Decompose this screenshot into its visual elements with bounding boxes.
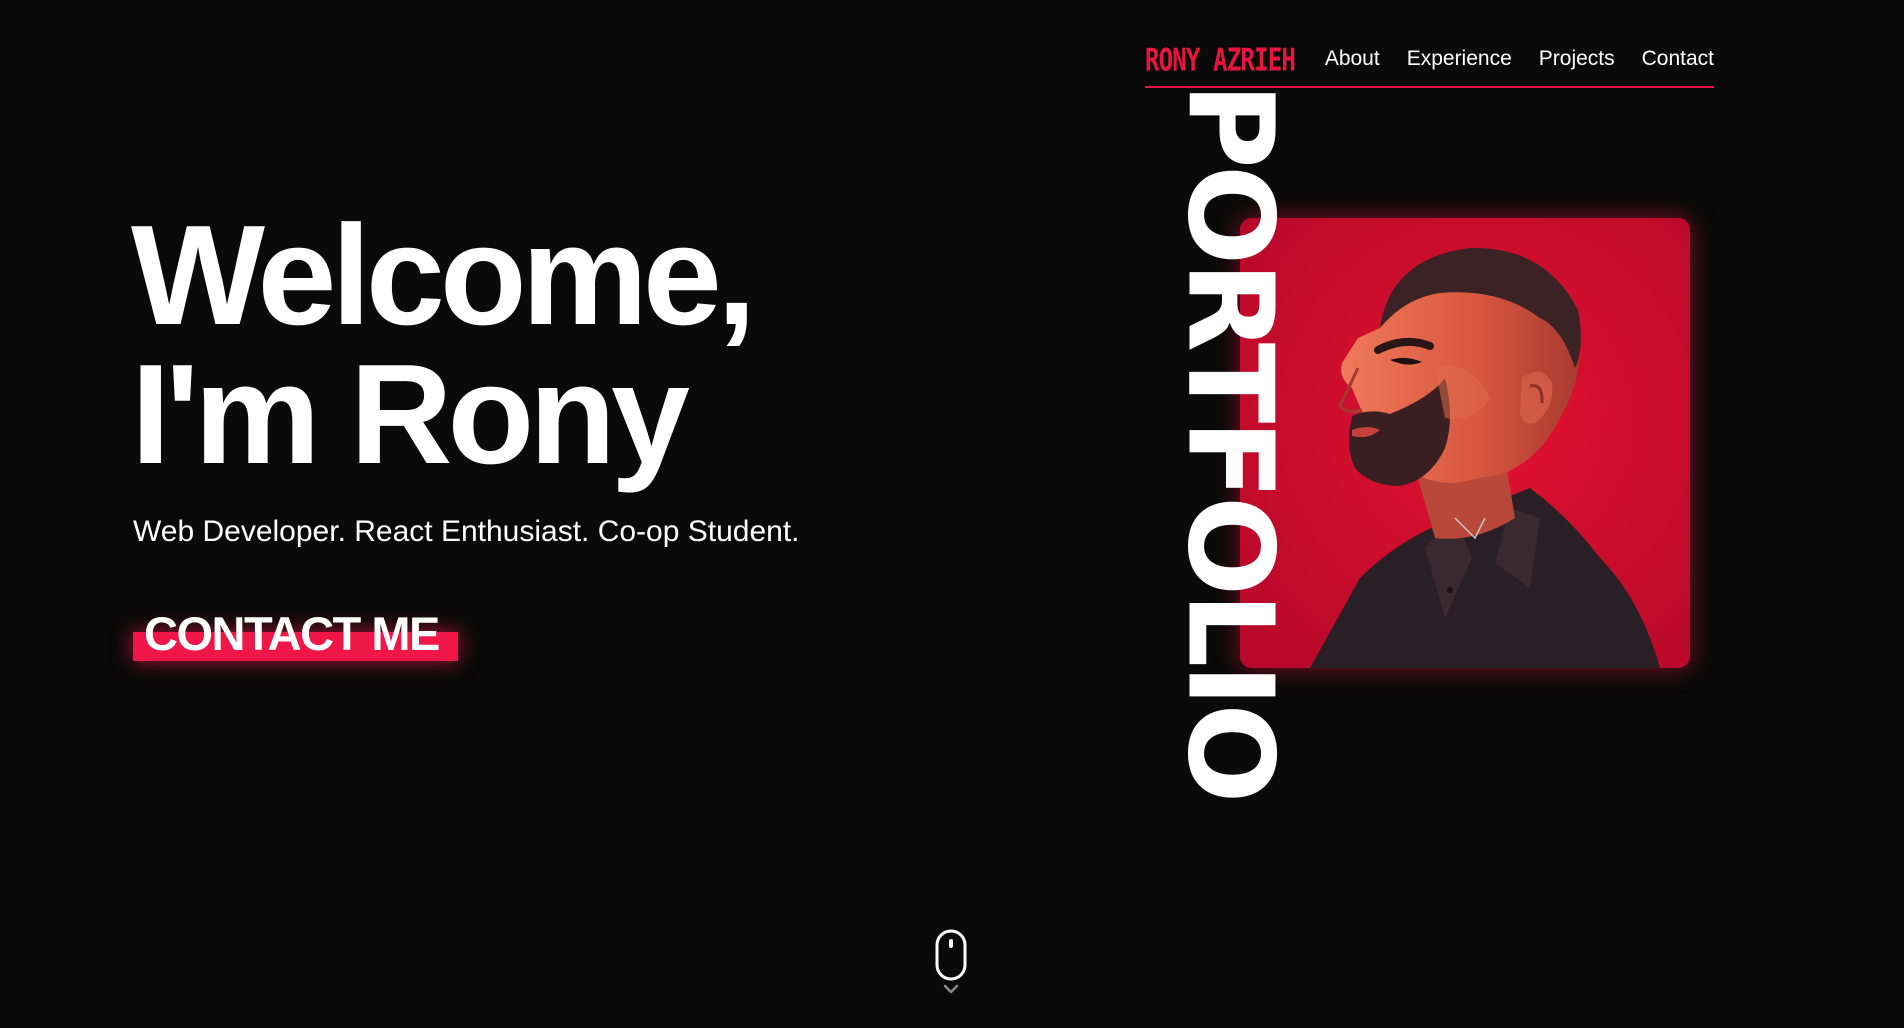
contact-me-label: CONTACT ME [144,607,440,660]
portfolio-vertical-text: PORTFOLIO [1162,82,1300,799]
portrait-illustration [1240,218,1690,668]
portrait-card [1240,218,1690,668]
hero-title: Welcome, I'm Rony [131,196,756,494]
portfolio-word: PORTFOLIO [1161,82,1300,800]
mouse-scroll-icon[interactable] [935,929,969,1001]
site-logo[interactable]: RONY AZRIEH [1145,38,1296,83]
nav-link-projects[interactable]: Projects [1539,47,1615,71]
contact-me-button[interactable]: CONTACT ME [133,607,458,661]
hero-title-line-2: I'm Rony [131,335,690,494]
nav-link-contact[interactable]: Contact [1642,47,1714,71]
hero-title-line-1: Welcome, [131,196,756,355]
top-nav: RONY AZRIEH About Experience Projects Co… [1145,38,1714,88]
hero-subtitle: Web Developer. React Enthusiast. Co-op S… [133,515,800,548]
page: RONY AZRIEH About Experience Projects Co… [0,0,1904,1028]
nav-link-experience[interactable]: Experience [1407,47,1512,71]
chevron-down-icon [943,984,959,994]
nav-link-about[interactable]: About [1325,47,1380,71]
nav-links: About Experience Projects Contact [1325,47,1714,71]
mouse-scroll-graphic [935,929,967,994]
